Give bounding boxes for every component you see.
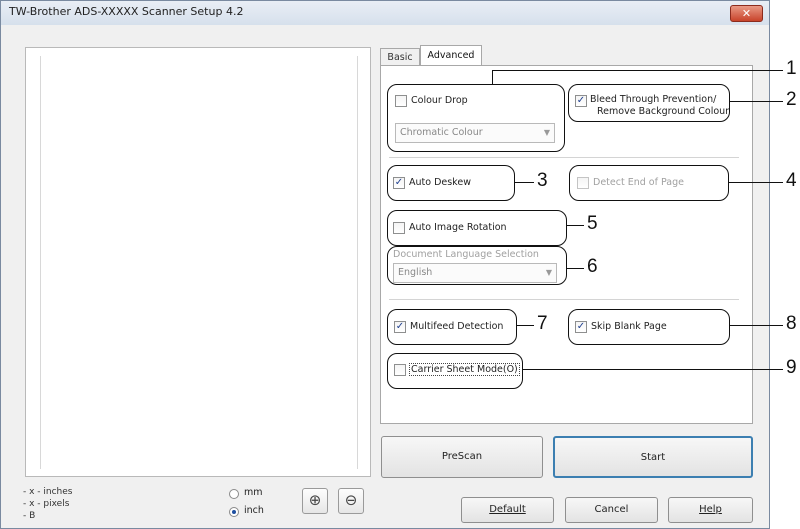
- leader-5: [566, 225, 584, 227]
- callout-number-7: 7: [537, 313, 548, 334]
- size-bytes: - B: [23, 511, 36, 521]
- callout-outline-9: [387, 353, 523, 389]
- zoom-out-icon: ⊖: [344, 491, 358, 509]
- default-button-label: Default: [489, 504, 526, 515]
- unit-inch-radio[interactable]: [229, 507, 239, 517]
- default-button[interactable]: Default: [461, 497, 554, 523]
- leader-1-vertical: [492, 70, 494, 84]
- leader-7: [516, 325, 534, 327]
- callout-outline-5: [387, 210, 567, 246]
- callout-number-2: 2: [786, 89, 797, 110]
- callout-outline-6: [387, 246, 567, 285]
- preview-page: [40, 56, 358, 469]
- unit-mm-radio[interactable]: [229, 489, 239, 499]
- size-pixels: - x - pixels: [23, 499, 70, 509]
- callout-number-9: 9: [786, 357, 797, 378]
- help-button-label: Help: [699, 504, 722, 515]
- callout-number-1: 1: [786, 58, 797, 79]
- leader-9: [522, 369, 783, 371]
- unit-inch-label: inch: [244, 505, 264, 516]
- leader-2: [729, 101, 783, 103]
- leader-6: [566, 268, 584, 270]
- window-title: TW-Brother ADS-XXXXX Scanner Setup 4.2: [9, 5, 244, 18]
- callout-outline-7: [387, 309, 517, 345]
- close-button[interactable]: ✕: [730, 5, 763, 22]
- callout-number-5: 5: [587, 213, 598, 234]
- scan-preview-area: [25, 47, 371, 477]
- callout-number-3: 3: [537, 170, 548, 191]
- tab-advanced[interactable]: Advanced: [420, 45, 482, 66]
- callout-outline-3: [387, 165, 515, 201]
- separator: [389, 299, 739, 300]
- leader-3: [514, 182, 534, 184]
- zoom-in-icon: ⊕: [308, 491, 322, 509]
- leader-8: [729, 325, 783, 327]
- callout-number-4: 4: [786, 170, 797, 191]
- callout-outline-8: [568, 309, 730, 345]
- help-button[interactable]: Help: [668, 497, 753, 523]
- title-bar: TW-Brother ADS-XXXXX Scanner Setup 4.2 ✕: [1, 1, 769, 25]
- zoom-out-button[interactable]: ⊖: [338, 488, 364, 514]
- callout-number-6: 6: [587, 256, 598, 277]
- start-button[interactable]: Start: [553, 436, 753, 478]
- callout-outline-1: [387, 84, 565, 152]
- callout-number-8: 8: [786, 313, 797, 334]
- unit-mm-label: mm: [244, 487, 263, 498]
- leader-4: [728, 182, 783, 184]
- leader-1: [492, 70, 783, 72]
- zoom-in-button[interactable]: ⊕: [302, 488, 328, 514]
- scanner-setup-window: TW-Brother ADS-XXXXX Scanner Setup 4.2 ✕…: [0, 0, 770, 529]
- prescan-button[interactable]: PreScan: [381, 436, 543, 478]
- separator: [389, 157, 739, 158]
- cancel-button[interactable]: Cancel: [565, 497, 658, 523]
- callout-outline-4: [569, 165, 729, 201]
- tab-basic[interactable]: Basic: [380, 48, 420, 66]
- callout-outline-2: [568, 84, 730, 122]
- size-inches: - x - inches: [23, 487, 73, 497]
